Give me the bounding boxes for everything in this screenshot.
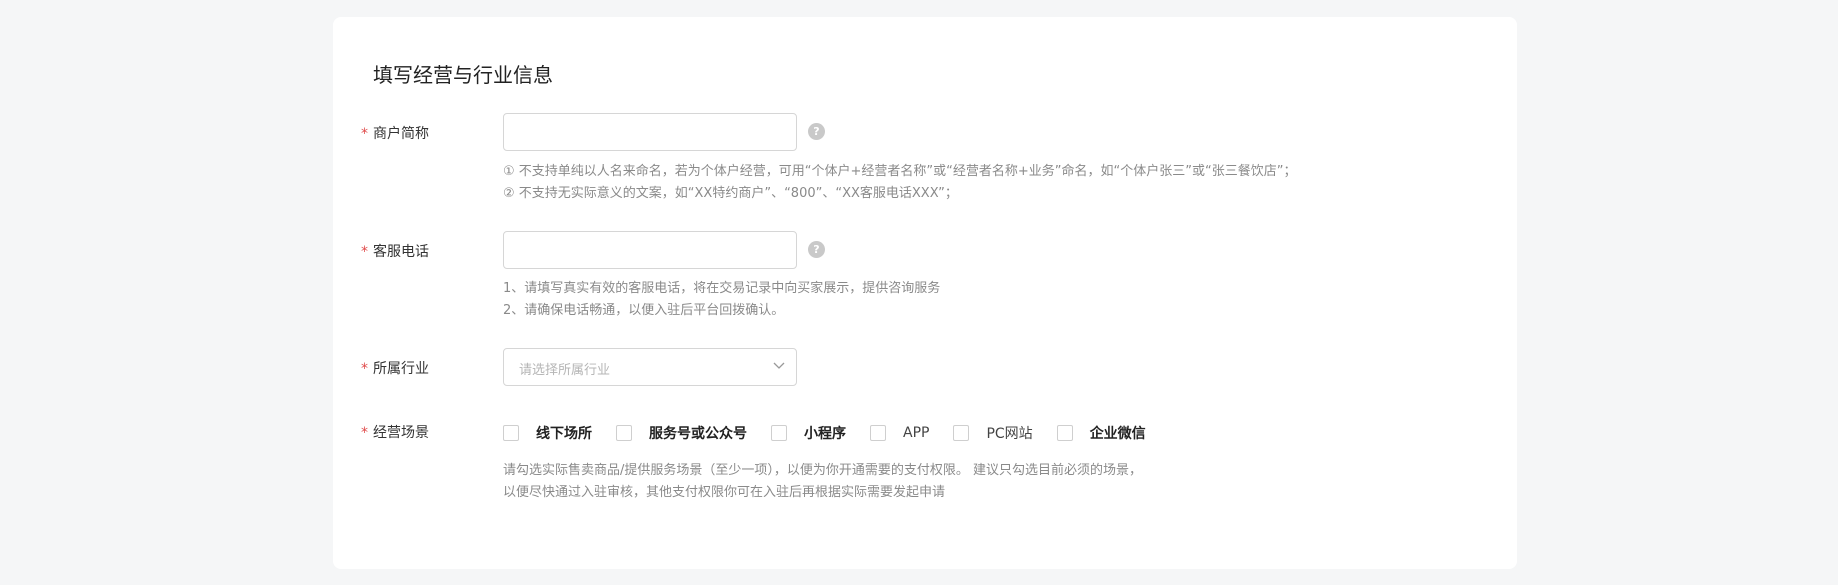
scene-option-app[interactable]: APP [870, 425, 929, 441]
scene-option-wecom[interactable]: 企业微信 [1056, 423, 1146, 443]
scenes-hint: 请勾选实际售卖商品/提供服务场景（至少一项），以便为你开通需要的支付权限。 建议… [503, 460, 1142, 504]
hint-line: 1、请填写真实有效的客服电话，将在交易记录中向买家展示，提供咨询服务 [503, 281, 941, 296]
question-icon[interactable]: ? [808, 241, 825, 258]
checkbox[interactable] [503, 425, 519, 441]
scene-checkbox-group: 线下场所 服务号或公众号 小程序 APP PC网站 企业微信 [503, 422, 1170, 444]
scene-option-offline[interactable]: 线下场所 [503, 423, 592, 443]
industry-label: * 所属行业 [361, 361, 429, 377]
question-icon[interactable]: ? [808, 123, 825, 140]
hint-line: 2、请确保电话畅通，以便入驻后平台回拨确认。 [503, 303, 785, 318]
scenes-label: * 经营场景 [361, 425, 429, 441]
form-card: 填写经营与行业信息 * 商户简称 ? ① 不支持单纯以人名来命名，若为个体户经营，… [333, 17, 1517, 569]
service-phone-input[interactable] [504, 232, 796, 268]
required-mark: * [361, 425, 368, 441]
checkbox[interactable] [771, 425, 787, 441]
merchant-name-input[interactable] [504, 114, 796, 150]
checkbox[interactable] [1056, 425, 1073, 441]
hint-line: 以便尽快通过入驻审核，其他支付权限你可在入驻后再根据实际需要发起申请 [503, 485, 946, 500]
hint-line: ① 不支持单纯以人名来命名，若为个体户经营，可用“个体户+经营者名称”或“经营者… [503, 164, 1297, 179]
scene-option-mini-program[interactable]: 小程序 [771, 423, 846, 443]
hint-line: 请勾选实际售卖商品/提供服务场景（至少一项），以便为你开通需要的支付权限。 建议… [503, 463, 1143, 478]
required-mark: * [361, 244, 368, 260]
merchant-name-label: * 商户简称 [361, 126, 429, 142]
checkbox[interactable] [870, 425, 886, 441]
checkbox[interactable] [953, 425, 970, 441]
scene-option-pc-website[interactable]: PC网站 [953, 423, 1033, 443]
required-mark: * [361, 126, 368, 142]
service-phone-hint: 1、请填写真实有效的客服电话，将在交易记录中向买家展示，提供咨询服务 2、请确保… [503, 278, 940, 322]
merchant-name-hint: ① 不支持单纯以人名来命名，若为个体户经营，可用“个体户+经营者名称”或“经营者… [503, 161, 1296, 205]
section-title: 填写经营与行业信息 [373, 63, 553, 87]
checkbox[interactable] [616, 425, 632, 441]
service-phone-label: * 客服电话 [361, 244, 429, 260]
industry-placeholder: 请选择所属行业 [519, 363, 611, 378]
scene-option-official-account[interactable]: 服务号或公众号 [616, 423, 747, 443]
industry-select[interactable]: 请选择所属行业 [503, 348, 797, 386]
required-mark: * [361, 361, 368, 377]
chevron-down-icon [773, 362, 785, 369]
hint-line: ② 不支持无实际意义的文案，如“XX特约商户”、“800”、“XX客服电话XXX… [503, 186, 958, 201]
service-phone-field[interactable] [503, 231, 797, 269]
merchant-name-field[interactable] [503, 113, 797, 151]
